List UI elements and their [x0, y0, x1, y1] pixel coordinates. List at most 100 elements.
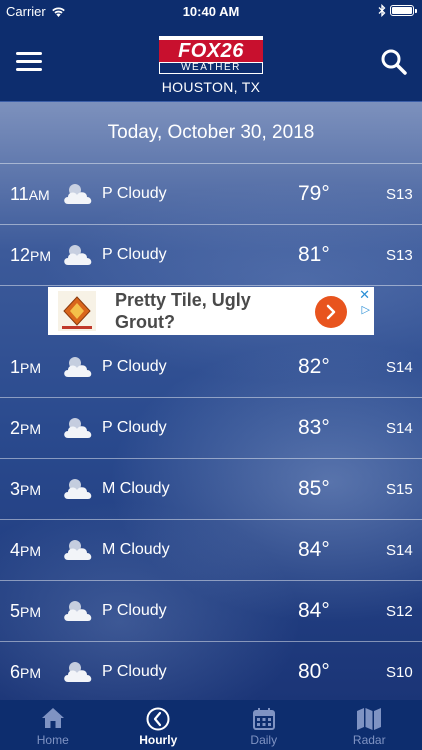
ampm-value: PM	[20, 665, 42, 681]
ad-choices-icon[interactable]: ▷	[362, 303, 370, 316]
wind-value: S10	[386, 664, 413, 681]
tab-hourly[interactable]: Hourly	[106, 700, 212, 750]
hourly-row[interactable]: 5PM P Cloudy 84° S12	[0, 581, 422, 642]
condition-label: P Cloudy	[102, 185, 167, 202]
tab-daily[interactable]: Daily	[211, 700, 317, 750]
condition-label: M Cloudy	[102, 541, 170, 558]
wind-value: S12	[386, 603, 413, 620]
partly-cloudy-icon	[64, 540, 92, 560]
hour-value: 5	[10, 601, 21, 621]
hour-value: 6	[10, 662, 21, 682]
weather-icon	[62, 599, 94, 623]
ampm-value: PM	[20, 421, 42, 437]
tab-hourly-label: Hourly	[139, 733, 178, 747]
hour-value: 3	[10, 479, 21, 499]
hourly-row[interactable]: 11AM P Cloudy 79° S13	[0, 164, 422, 225]
temperature-value: 81°	[298, 243, 330, 266]
partly-cloudy-icon	[64, 479, 92, 499]
wind-value: S14	[386, 420, 413, 437]
tab-radar-label: Radar	[352, 733, 386, 747]
wind-value: S14	[386, 542, 413, 559]
temperature-value: 85°	[298, 477, 330, 500]
hour-value: 2	[10, 418, 21, 438]
status-right	[378, 4, 417, 17]
wind-value: S15	[386, 481, 413, 498]
hourly-row[interactable]: 1PM P Cloudy 82° S14	[0, 337, 422, 398]
ad-close-icon[interactable]: ✕	[359, 287, 370, 303]
battery-level	[392, 7, 412, 14]
hourly-row[interactable]: 12PM P Cloudy 81° S13	[0, 225, 422, 286]
ad-headline[interactable]: Pretty Tile, Ugly Grout?	[115, 289, 315, 333]
hour-value: 12	[10, 245, 31, 265]
ampm-value: PM	[30, 248, 52, 264]
hour-label: 5PM	[10, 601, 41, 622]
hour-label: 4PM	[10, 540, 41, 561]
partly-cloudy-icon	[64, 418, 92, 438]
home-icon	[41, 708, 64, 728]
partly-cloudy-icon	[64, 601, 92, 621]
partly-cloudy-icon	[64, 245, 92, 265]
hour-label: 3PM	[10, 479, 41, 500]
date-header: Today, October 30, 2018	[0, 102, 422, 164]
map-icon	[357, 708, 382, 730]
weather-icon	[62, 538, 94, 562]
search-button[interactable]	[380, 48, 408, 76]
tab-home-label: Home	[36, 733, 69, 747]
tab-home[interactable]: Home	[0, 700, 106, 750]
temperature-value: 83°	[298, 416, 330, 439]
condition-label: M Cloudy	[102, 480, 170, 497]
logo-main-text: FOX26	[159, 40, 263, 62]
ad-banner[interactable]: Pretty Tile, Ugly Grout? ✕ ▷	[48, 287, 374, 335]
hour-label: 1PM	[10, 357, 41, 378]
ampm-value: PM	[20, 360, 42, 376]
ampm-value: AM	[28, 187, 50, 203]
weather-icon	[62, 477, 94, 501]
hourly-row[interactable]: 2PM P Cloudy 83° S14	[0, 398, 422, 459]
hamburger-icon-bar	[16, 68, 42, 71]
weather-icon	[62, 660, 94, 684]
weather-icon	[62, 355, 94, 379]
menu-button[interactable]	[16, 52, 42, 72]
location-label: HOUSTON, TX	[161, 79, 261, 95]
ampm-value: PM	[20, 482, 42, 498]
hamburger-icon-bar	[16, 52, 42, 55]
partly-cloudy-icon	[64, 184, 92, 204]
ampm-value: PM	[20, 604, 42, 620]
wind-value: S13	[386, 247, 413, 264]
tab-daily-label: Daily	[250, 733, 278, 747]
calendar-icon	[252, 708, 275, 730]
wind-value: S13	[386, 186, 413, 203]
temperature-value: 84°	[298, 599, 330, 622]
weather-icon	[62, 243, 94, 267]
temperature-value: 79°	[298, 182, 330, 205]
hour-label: 11AM	[10, 184, 50, 205]
chevron-right-icon	[326, 304, 336, 320]
condition-label: P Cloudy	[102, 663, 167, 680]
hourly-row[interactable]: 6PM P Cloudy 80° S10	[0, 642, 422, 703]
hourly-row[interactable]: 4PM M Cloudy 84° S14	[0, 520, 422, 581]
hourly-row[interactable]: 3PM M Cloudy 85° S15	[0, 459, 422, 520]
temperature-value: 80°	[298, 660, 330, 683]
logo-sub-text: WEATHER	[159, 62, 263, 74]
search-icon	[381, 49, 407, 75]
temperature-value: 84°	[298, 538, 330, 561]
hour-label: 12PM	[10, 245, 51, 266]
weather-icon	[62, 416, 94, 440]
hour-label: 2PM	[10, 418, 41, 439]
ampm-value: PM	[20, 543, 42, 559]
hour-value: 11	[10, 184, 29, 204]
fox26-weather-logo: FOX26 WEATHER	[159, 36, 263, 74]
battery-icon	[390, 5, 417, 16]
ad-go-button[interactable]	[315, 296, 347, 328]
hour-label: 6PM	[10, 662, 41, 683]
temperature-value: 82°	[298, 355, 330, 378]
wind-value: S14	[386, 359, 413, 376]
tab-radar[interactable]: Radar	[317, 700, 422, 750]
hour-value: 4	[10, 540, 21, 560]
weather-icon	[62, 182, 94, 206]
bluetooth-icon	[378, 4, 386, 17]
condition-label: P Cloudy	[102, 419, 167, 436]
condition-label: P Cloudy	[102, 246, 167, 263]
partly-cloudy-icon	[64, 662, 92, 682]
clock-time: 10:40 AM	[182, 4, 240, 19]
